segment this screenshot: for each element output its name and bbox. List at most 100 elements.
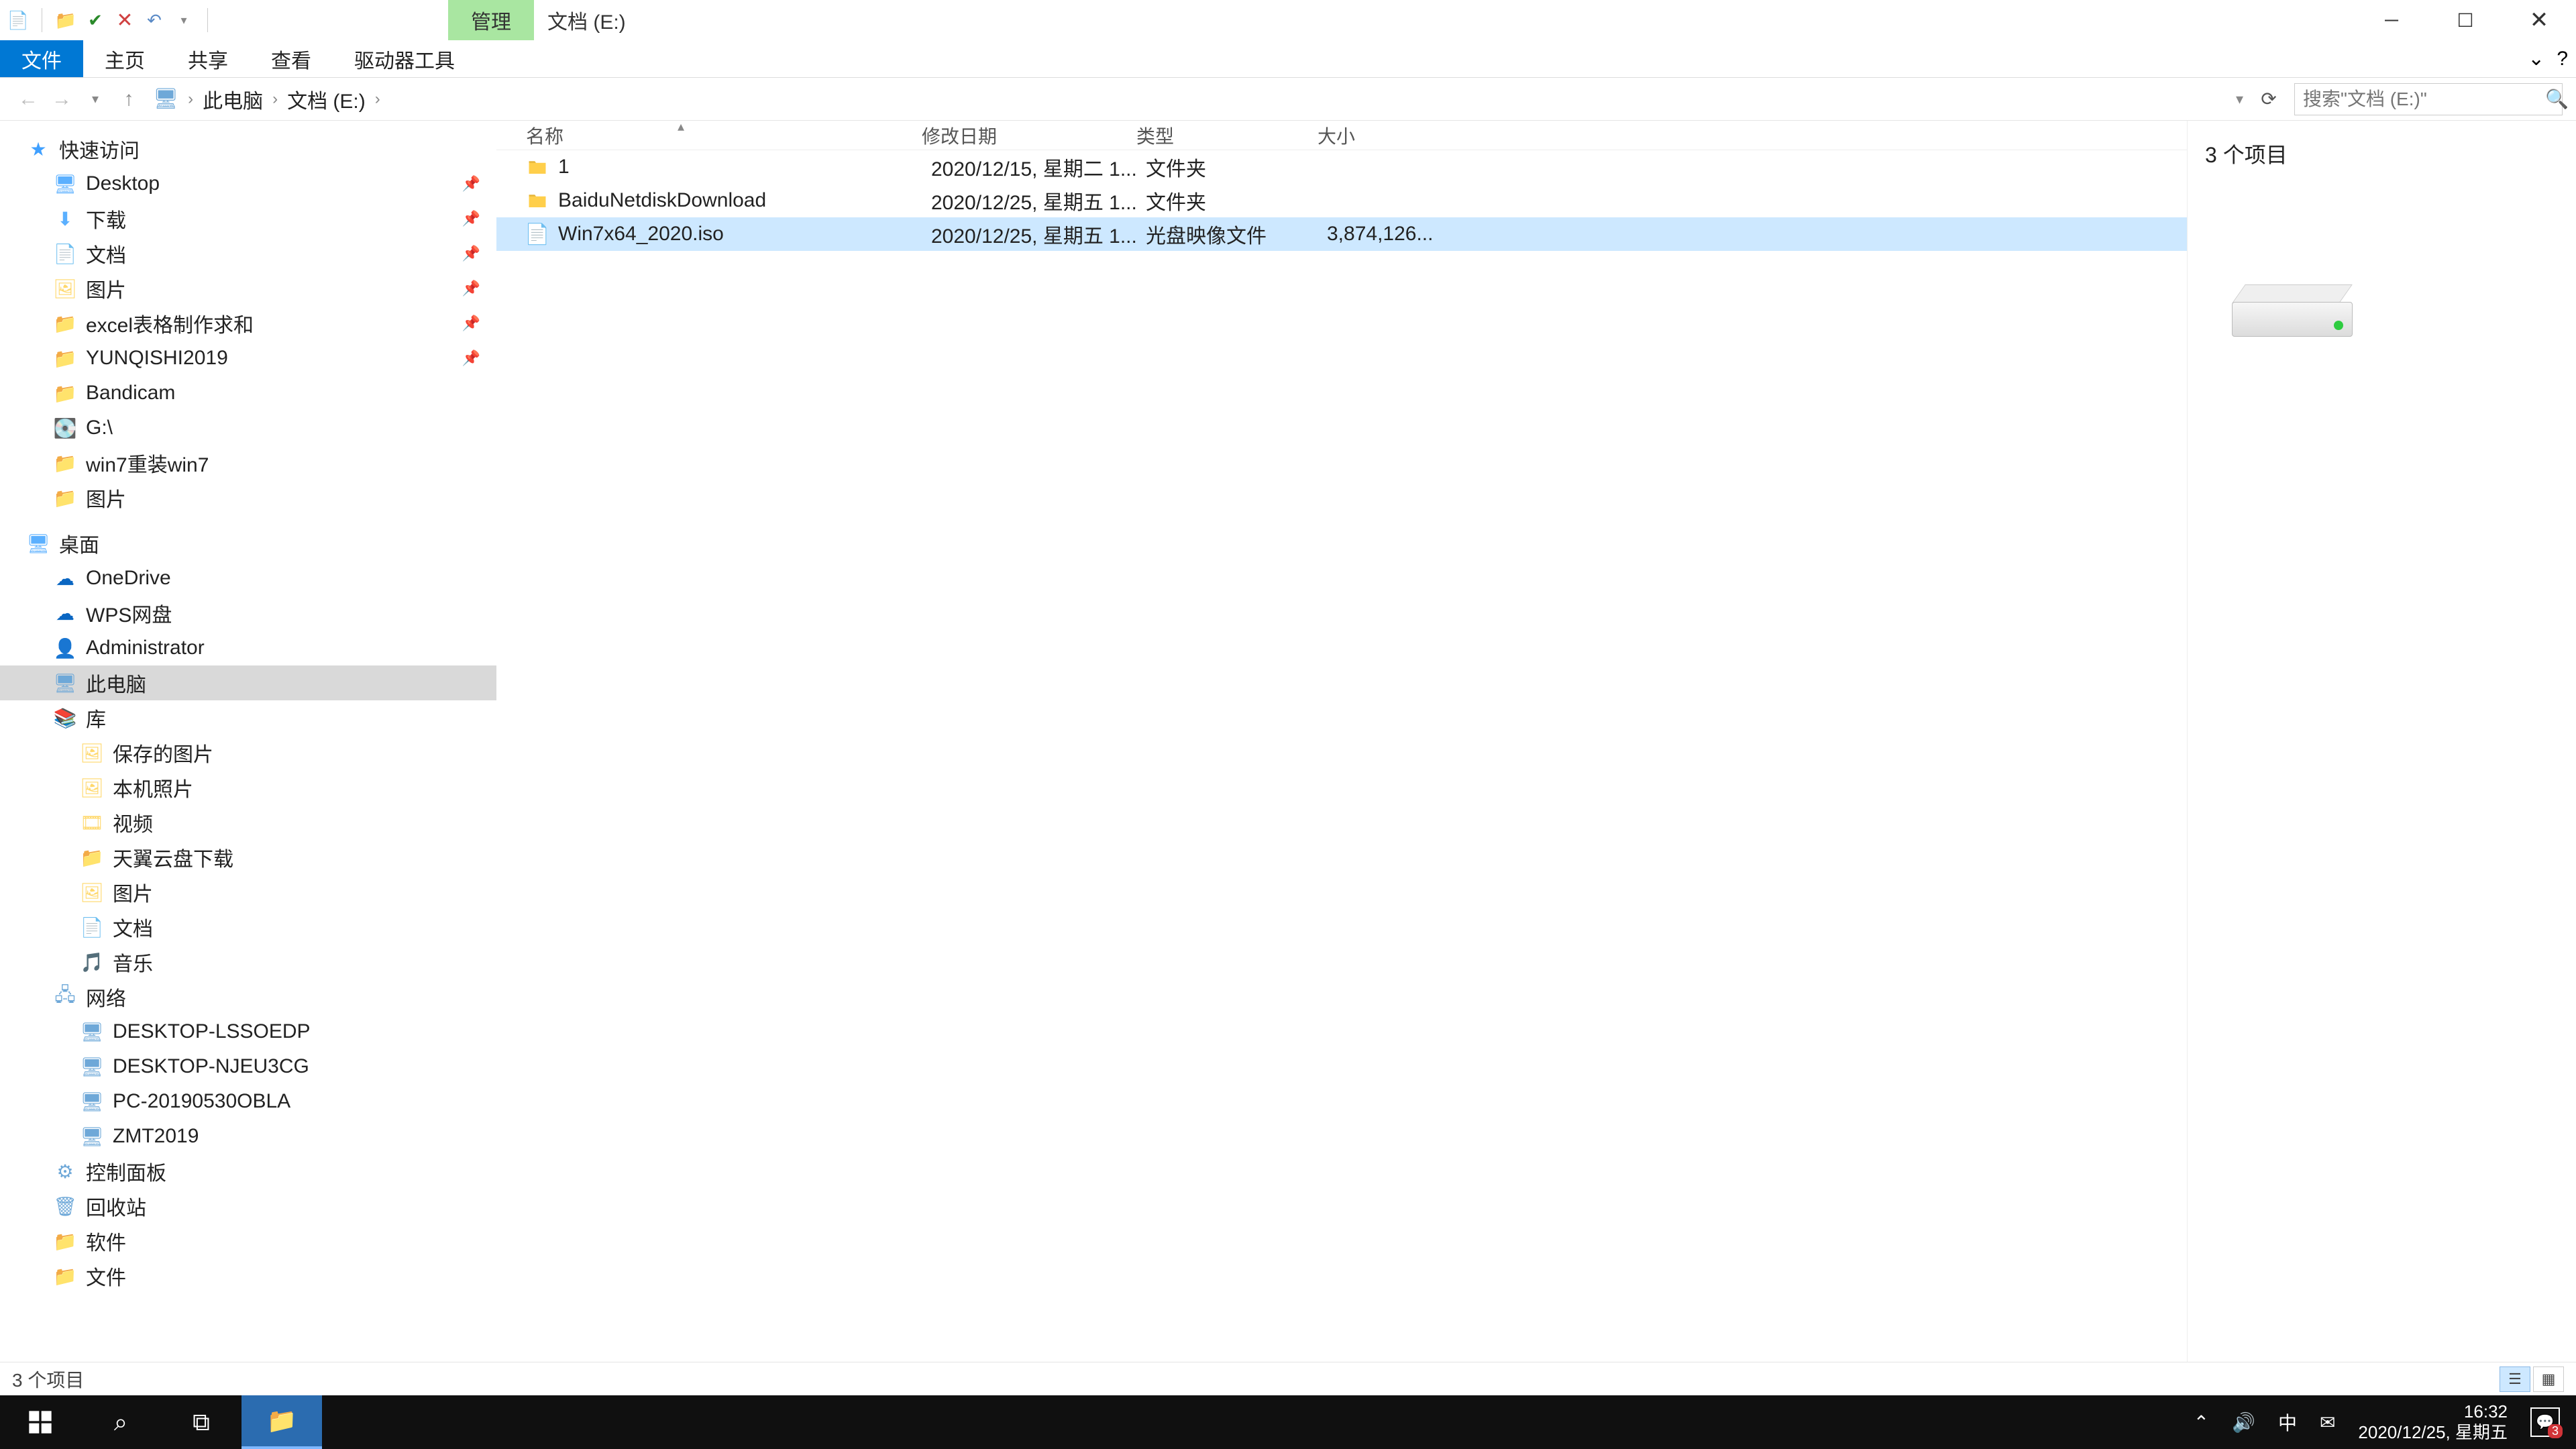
close-button[interactable]: ✕ <box>2502 0 2576 40</box>
tree-network[interactable]: 🖧网络 <box>0 979 496 1014</box>
minimize-button[interactable]: ─ <box>2355 0 2428 40</box>
search-input[interactable] <box>2303 89 2545 110</box>
tree-pictures-lib[interactable]: 🖼图片 <box>0 875 496 910</box>
file-row[interactable]: 12020/12/15, 星期二 1...文件夹 <box>496 150 2187 184</box>
qat-delete-icon[interactable]: ✕ <box>113 9 136 32</box>
help-icon[interactable]: ? <box>2557 48 2568 70</box>
tab-drive-tools[interactable]: 驱动器工具 <box>333 40 476 77</box>
tray-expand-icon[interactable]: ⌃ <box>2194 1411 2209 1434</box>
tree-net-pc1[interactable]: 🖥DESKTOP-LSSOEDP <box>0 1014 496 1049</box>
tab-share[interactable]: 共享 <box>166 40 250 77</box>
tree-videos[interactable]: 🎞视频 <box>0 805 496 840</box>
cell-size: 3,874,126... <box>1327 223 1434 246</box>
icons-view-button[interactable]: ▦ <box>2533 1366 2564 1392</box>
recent-locations-icon[interactable]: ▾ <box>80 85 110 114</box>
address-bar: ← → ▾ ↑ 🖥 › 此电脑 › 文档 (E:) › ▾ ⟳ 🔍 <box>0 78 2576 121</box>
navigation-tree[interactable]: ★快速访问 🖥Desktop📌 ⬇下载📌 📄文档📌 🖼图片📌 📁excel表格制… <box>0 121 496 1362</box>
column-date[interactable]: 修改日期 <box>922 122 1136 149</box>
qat-undo-icon[interactable]: ↶ <box>143 9 166 32</box>
pc-icon: 🖥 <box>54 672 76 694</box>
chevron-right-icon[interactable]: › <box>268 90 282 109</box>
tree-administrator[interactable]: 👤Administrator <box>0 631 496 665</box>
chevron-right-icon[interactable]: › <box>184 90 197 109</box>
tray-app-icon[interactable]: ✉ <box>2320 1411 2335 1434</box>
tree-net-pc3[interactable]: 🖥PC-20190530OBLA <box>0 1084 496 1119</box>
column-name[interactable]: 名称 <box>526 122 922 149</box>
tree-quick-access[interactable]: ★快速访问 <box>0 131 496 166</box>
ime-indicator[interactable]: 中 <box>2278 1409 2297 1436</box>
tree-documents[interactable]: 📄文档📌 <box>0 236 496 271</box>
sort-indicator-icon: ▴ <box>678 118 684 135</box>
tree-win7-reinstall[interactable]: 📁win7重装win7 <box>0 445 496 480</box>
contextual-tab-manage[interactable]: 管理 <box>448 0 534 40</box>
tree-desktop-root[interactable]: 🖥桌面 <box>0 526 496 561</box>
tree-wps[interactable]: ☁WPS网盘 <box>0 596 496 631</box>
refresh-button[interactable]: ⟳ <box>2254 88 2284 110</box>
tab-home[interactable]: 主页 <box>83 40 166 77</box>
tree-this-pc[interactable]: 🖥此电脑 <box>0 665 496 700</box>
control-panel-icon: ⚙ <box>54 1160 76 1183</box>
desktop-icon: 🖥 <box>27 532 50 555</box>
volume-icon[interactable]: 🔊 <box>2232 1411 2255 1434</box>
tree-pictures[interactable]: 🖼图片📌 <box>0 271 496 306</box>
cell-name: BaiduNetdiskDownload <box>558 189 931 212</box>
search-box[interactable]: 🔍 <box>2294 83 2563 115</box>
tree-yunqishi[interactable]: 📁YUNQISHI2019📌 <box>0 341 496 376</box>
file-row[interactable]: BaiduNetdiskDownload2020/12/25, 星期五 1...… <box>496 184 2187 217</box>
tree-onedrive[interactable]: ☁OneDrive <box>0 561 496 596</box>
up-button[interactable]: ↑ <box>114 85 144 114</box>
tab-view[interactable]: 查看 <box>250 40 333 77</box>
pin-icon: 📌 <box>462 210 480 227</box>
tree-net-pc2[interactable]: 🖥DESKTOP-NJEU3CG <box>0 1049 496 1084</box>
chevron-right-icon[interactable]: › <box>371 90 384 109</box>
breadcrumb-this-pc[interactable]: 此电脑 <box>197 85 268 114</box>
tree-music[interactable]: 🎵音乐 <box>0 945 496 979</box>
tree-g-drive[interactable]: 💽G:\ <box>0 411 496 445</box>
column-size[interactable]: 大小 <box>1318 122 1425 149</box>
column-type[interactable]: 类型 <box>1136 122 1318 149</box>
tree-excel-folder[interactable]: 📁excel表格制作求和📌 <box>0 306 496 341</box>
tree-net-pc4[interactable]: 🖥ZMT2019 <box>0 1119 496 1154</box>
tree-software[interactable]: 📁软件 <box>0 1224 496 1258</box>
breadcrumb[interactable]: 🖥 › 此电脑 › 文档 (E:) › <box>148 85 2225 114</box>
qat-dropdown-icon[interactable]: ▾ <box>172 9 195 32</box>
file-explorer-taskbar-button[interactable]: 📁 <box>241 1395 322 1449</box>
tree-libraries[interactable]: 📚库 <box>0 700 496 735</box>
app-icon: 📄 <box>7 9 30 32</box>
pin-icon: 📌 <box>462 350 480 367</box>
tree-downloads[interactable]: ⬇下载📌 <box>0 201 496 236</box>
start-button[interactable] <box>0 1395 80 1449</box>
qat-properties-icon[interactable]: 📁 <box>54 9 77 32</box>
tree-bandicam[interactable]: 📁Bandicam <box>0 376 496 411</box>
address-dropdown-icon[interactable]: ▾ <box>2229 91 2250 108</box>
notification-badge: 3 <box>2548 1424 2563 1438</box>
tree-saved-pictures[interactable]: 🖼保存的图片 <box>0 735 496 770</box>
tab-file[interactable]: 文件 <box>0 40 83 77</box>
forward-button[interactable]: → <box>47 85 76 114</box>
pin-icon: 📌 <box>462 280 480 297</box>
search-button[interactable]: ⌕ <box>80 1395 161 1449</box>
column-headers[interactable]: ▴ 名称 修改日期 类型 大小 <box>496 121 2187 150</box>
back-button[interactable]: ← <box>13 85 43 114</box>
tree-control-panel[interactable]: ⚙控制面板 <box>0 1154 496 1189</box>
search-icon[interactable]: 🔍 <box>2545 88 2569 110</box>
qat-checkmark-icon[interactable]: ✔ <box>84 9 107 32</box>
action-center-button[interactable]: 💬3 <box>2530 1407 2560 1437</box>
task-view-button[interactable]: ⧉ <box>161 1395 241 1449</box>
breadcrumb-location[interactable]: 文档 (E:) <box>282 85 371 114</box>
maximize-button[interactable]: ☐ <box>2428 0 2502 40</box>
system-tray: ⌃ 🔊 中 ✉ 16:32 2020/12/25, 星期五 💬3 <box>2194 1401 2576 1443</box>
details-view-button[interactable]: ☰ <box>2500 1366 2530 1392</box>
clock[interactable]: 16:32 2020/12/25, 星期五 <box>2358 1401 2508 1443</box>
file-list[interactable]: ▴ 名称 修改日期 类型 大小 12020/12/15, 星期二 1...文件夹… <box>496 121 2187 1362</box>
expand-ribbon-icon[interactable]: ⌄ <box>2528 47 2544 70</box>
file-row[interactable]: 📄Win7x64_2020.iso2020/12/25, 星期五 1...光盘映… <box>496 217 2187 251</box>
tree-documents-lib[interactable]: 📄文档 <box>0 910 496 945</box>
tree-files[interactable]: 📁文件 <box>0 1258 496 1293</box>
tree-pictures-2[interactable]: 📁图片 <box>0 480 496 515</box>
tree-recycle-bin[interactable]: 🗑回收站 <box>0 1189 496 1224</box>
pictures-icon: 🖼 <box>54 277 76 300</box>
tree-tianyi[interactable]: 📁天翼云盘下载 <box>0 840 496 875</box>
tree-desktop[interactable]: 🖥Desktop📌 <box>0 166 496 201</box>
tree-camera-roll[interactable]: 🖼本机照片 <box>0 770 496 805</box>
